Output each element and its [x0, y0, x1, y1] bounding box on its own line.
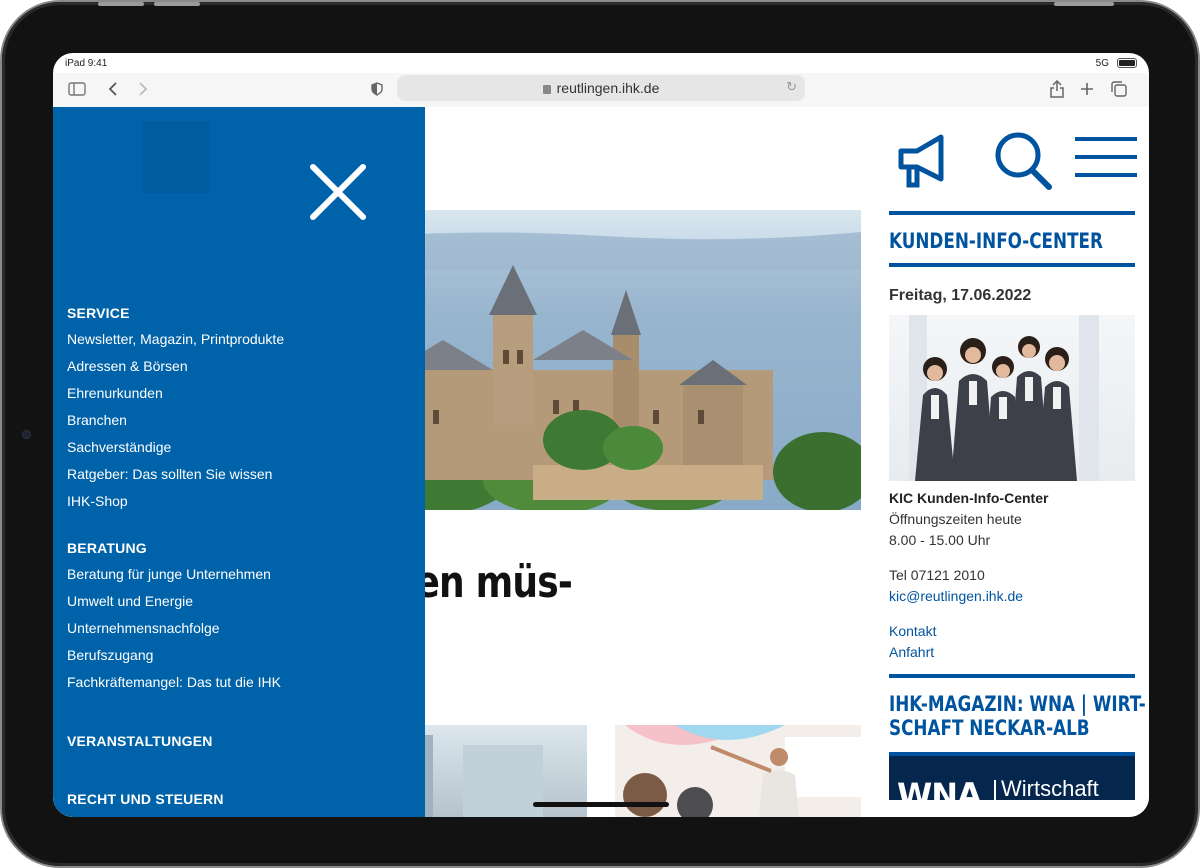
opening-hours: 8.00 - 15.00 Uhr	[889, 532, 991, 548]
magazine-title[interactable]: IHK-MAGAZIN: WNA | WIRT- SCHAFT NECKAR-A…	[889, 692, 1146, 740]
directions-link[interactable]: Anfahrt	[889, 644, 1135, 660]
kic-title: KUNDEN-INFO-CENTER	[889, 229, 1103, 253]
reload-icon[interactable]: ↻	[786, 79, 797, 95]
divider	[889, 211, 1135, 215]
close-menu-button[interactable]	[307, 161, 369, 223]
network-indicator: 5G	[1095, 58, 1109, 69]
magazine-title-line2: SCHAFT NECKAR-ALB	[889, 716, 1090, 740]
email-link[interactable]: kic@reutlingen.ihk.de	[889, 588, 1135, 604]
power-button	[1054, 2, 1114, 6]
ihk-logo-ghost	[143, 121, 209, 193]
volume-button	[154, 2, 200, 6]
navigation-overlay: SERVICE Newsletter, Magazin, Printproduk…	[53, 107, 425, 817]
menu-heading[interactable]: BERATUNG	[67, 540, 407, 556]
hamburger-menu-icon[interactable]	[1075, 135, 1137, 186]
tabs-icon[interactable]	[1107, 77, 1131, 101]
search-icon[interactable]	[993, 129, 1055, 196]
menu-item[interactable]: Sachverständige	[67, 438, 407, 456]
banner-divider	[994, 780, 996, 800]
hero-image-castle[interactable]	[353, 210, 861, 510]
opening-hours-label: Öffnungszeiten heute	[889, 511, 1022, 527]
volume-button	[98, 2, 144, 6]
menu-item[interactable]: Fachkräftemangel: Das tut die IHK	[67, 673, 407, 691]
magazine-banner[interactable]: WNA Wirtschaft	[889, 752, 1135, 800]
sidebar-icon[interactable]	[65, 77, 89, 101]
home-indicator[interactable]	[533, 802, 669, 807]
status-time: iPad 9:41	[65, 58, 108, 69]
menu-item[interactable]: Umwelt und Energie	[67, 592, 407, 610]
back-icon[interactable]	[101, 77, 125, 101]
new-tab-icon[interactable]	[1075, 77, 1099, 101]
close-icon	[310, 164, 366, 220]
forward-icon[interactable]	[131, 77, 155, 101]
menu-section-beratung: BERATUNG Beratung für junge Unternehmen …	[67, 540, 407, 691]
menu-item[interactable]: Newsletter, Magazin, Printprodukte	[67, 330, 407, 348]
kic-sidebar: KUNDEN-INFO-CENTER Freitag, 17.06.2022 K…	[889, 211, 1146, 800]
menu-item[interactable]: Unternehmensnachfolge	[67, 619, 407, 637]
front-camera	[22, 430, 31, 439]
menu-item[interactable]: Branchen	[67, 411, 407, 429]
battery-icon	[1117, 58, 1137, 68]
megaphone-icon[interactable]	[895, 129, 955, 196]
menu-section-service: SERVICE Newsletter, Magazin, Printproduk…	[67, 305, 407, 510]
magazine-title-line1: IHK-MAGAZIN: WNA | WIRT-	[889, 692, 1146, 716]
menu-item[interactable]: Beratung für junge Unternehmen	[67, 565, 407, 583]
menu-heading[interactable]: SERVICE	[67, 305, 407, 321]
menu-item[interactable]: IHK-Shop	[67, 492, 407, 510]
menu-item[interactable]: Berufszugang	[67, 646, 407, 664]
url-text: reutlingen.ihk.de	[556, 80, 660, 96]
kic-team-photo	[889, 315, 1135, 481]
banner-wna-text: WNA	[897, 776, 982, 800]
screen: iPad 9:41 5G reutlingen.ihk.de ↻ müs- KU…	[53, 53, 1149, 817]
divider	[889, 674, 1135, 678]
divider	[889, 263, 1135, 267]
share-icon[interactable]	[1045, 77, 1069, 101]
menu-item[interactable]: Ehrenurkunden	[67, 384, 407, 402]
lock-icon	[542, 84, 551, 94]
phone-number: Tel 07121 2010	[889, 567, 985, 583]
contact-link[interactable]: Kontakt	[889, 623, 1135, 639]
shield-icon[interactable]	[365, 77, 389, 101]
browser-toolbar: reutlingen.ihk.de ↻	[53, 73, 1149, 107]
kic-date: Freitag, 17.06.2022	[889, 287, 1032, 304]
menu-item[interactable]: Adressen & Börsen	[67, 357, 407, 375]
address-bar[interactable]: reutlingen.ihk.de ↻	[397, 75, 805, 101]
banner-wirtschaft-text: Wirtschaft	[1001, 776, 1099, 800]
status-bar: iPad 9:41 5G	[53, 53, 1149, 73]
kic-name: KIC Kunden-Info-Center	[889, 490, 1049, 506]
menu-heading[interactable]: RECHT UND STEUERN	[67, 791, 407, 807]
main-menu: SERVICE Newsletter, Magazin, Printproduk…	[67, 305, 407, 816]
menu-item[interactable]: Ratgeber: Das sollten Sie wissen	[67, 465, 407, 483]
menu-heading[interactable]: VERANSTALTUNGEN	[67, 733, 407, 749]
